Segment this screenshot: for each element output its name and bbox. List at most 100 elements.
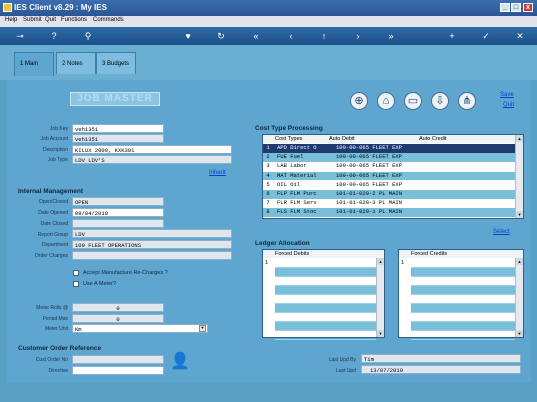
report-group-field[interactable]: LDV <box>72 229 232 238</box>
directive-field[interactable] <box>72 366 164 375</box>
scroll-up-icon[interactable]: ▲ <box>516 258 523 265</box>
list-item[interactable] <box>275 304 376 313</box>
key-icon[interactable]: ⊸ <box>10 30 30 42</box>
directive-label: Directive <box>48 368 68 374</box>
minimize-button[interactable]: _ <box>500 3 510 12</box>
forced-debits-grid[interactable]: Forced Debits 1 ▲ ▼ <box>262 249 385 340</box>
list-item[interactable] <box>411 331 515 340</box>
job-account-field: veh1351 <box>72 134 164 143</box>
meter-rolls-field[interactable]: 0 <box>72 303 164 312</box>
accept-recharges-checkbox[interactable] <box>73 270 79 276</box>
tab-notes[interactable]: 2 Notes <box>56 52 96 74</box>
date-closed-field[interactable] <box>72 219 164 228</box>
use-meter-checkbox[interactable] <box>73 281 79 287</box>
list-item[interactable] <box>411 313 515 322</box>
menu-submit[interactable]: Submit <box>23 17 42 23</box>
menu-commands[interactable]: Commands <box>93 17 124 23</box>
list-item[interactable] <box>275 268 376 277</box>
quit-link[interactable]: Quit <box>503 102 514 108</box>
chevron-down-icon[interactable]: ▼ <box>199 325 206 332</box>
tab-budgets[interactable]: 3 Budgets <box>96 52 136 74</box>
list-item[interactable] <box>411 304 515 313</box>
table-row[interactable]: 5 OIL Oil 109-00-065 FLEET EXP <box>263 181 515 190</box>
job-key-field[interactable]: veh1351 <box>72 124 164 133</box>
menu-quit[interactable]: Quit <box>45 17 56 23</box>
close-icon[interactable]: ✕ <box>514 30 526 42</box>
list-item[interactable] <box>275 295 376 304</box>
search-icon[interactable]: ⚲ <box>82 30 94 42</box>
list-item[interactable] <box>275 259 376 268</box>
table-row[interactable]: 6 FLP FLM Purc 101-01-029-2 PL MAIN <box>263 190 515 199</box>
inbox-icon[interactable]: ⇩ <box>431 92 449 110</box>
table-row[interactable]: 1 APD Direct O 109-00-065 FLEET EXP <box>263 144 515 153</box>
department-field[interactable]: 109 FLEET OPERATIONS <box>72 240 232 249</box>
col-auto-debit: Auto Debit <box>329 136 355 142</box>
select-link[interactable]: Select <box>493 229 510 235</box>
payment-icon[interactable]: ▭ <box>404 92 422 110</box>
up-icon[interactable]: ↑ <box>318 30 330 42</box>
inherit-link[interactable]: Inherit <box>209 170 226 176</box>
fast-forward-icon[interactable]: » <box>385 30 397 42</box>
list-item[interactable] <box>411 286 515 295</box>
list-item[interactable] <box>411 268 515 277</box>
cust-order-field[interactable] <box>72 355 164 364</box>
list-item[interactable] <box>411 277 515 286</box>
date-opened-field[interactable]: 09/04/2010 <box>72 208 164 217</box>
refresh-icon[interactable]: ↻ <box>215 30 227 42</box>
table-row[interactable]: 8 FLS FLM Stoc 101-01-029-1 PL MAIN <box>263 208 515 217</box>
save-link[interactable]: Save <box>500 92 514 98</box>
forced-credits-lines[interactable] <box>411 259 515 340</box>
cost-types-scrollbar[interactable]: ▲ ▼ <box>515 135 523 218</box>
forced-debits-title: Forced Debits <box>275 251 310 257</box>
last-upd-by-label: Last Upd By <box>328 357 356 363</box>
heart-icon[interactable]: ♥ <box>182 30 194 42</box>
list-item[interactable] <box>275 277 376 286</box>
table-row[interactable]: 7 FLR FLM Serv 101-01-029-3 PL MAIN <box>263 199 515 208</box>
maximize-button[interactable]: □ <box>511 3 521 12</box>
check-icon[interactable]: ✓ <box>480 30 492 42</box>
menu-functions[interactable]: Functions <box>61 17 87 23</box>
scroll-up-icon[interactable]: ▲ <box>516 135 523 142</box>
back-icon[interactable]: ‹ <box>285 30 297 42</box>
menu-help[interactable]: Help <box>5 17 17 23</box>
list-item[interactable] <box>411 295 515 304</box>
table-row[interactable]: 4 MAT Material 109-00-065 FLEET EXP <box>263 171 515 181</box>
last-upd-field: 13/07/2010 <box>361 365 521 374</box>
table-row[interactable]: 3 LAB Labor 109-00-065 FLEET EXP <box>263 162 515 171</box>
job-type-field[interactable]: LDV LDV'S <box>72 155 232 164</box>
hierarchy-icon[interactable]: ⋔ <box>458 92 476 110</box>
forced-credits-grid[interactable]: Forced Credits 1 ▲ ▼ <box>398 249 524 340</box>
order-charges-field[interactable] <box>72 251 232 260</box>
open-closed-field[interactable]: OPEN <box>72 197 164 206</box>
person-icon[interactable]: 👤 <box>170 352 190 372</box>
auto-debit-cell: 109-00-065 FLEET EXP <box>336 171 403 179</box>
list-item[interactable] <box>275 313 376 322</box>
period-max-field[interactable]: 0 <box>72 314 164 323</box>
add-icon[interactable]: + <box>446 30 458 42</box>
description-field[interactable]: KILUX 2000, KXK301 <box>72 145 232 154</box>
credits-scrollbar[interactable]: ▲ ▼ <box>515 258 523 337</box>
forced-credits-title: Forced Credits <box>411 251 448 257</box>
tab-main[interactable]: 1 Main <box>14 52 54 76</box>
list-item[interactable] <box>275 331 376 340</box>
globe-icon[interactable]: ⊕ <box>350 92 368 110</box>
rewind-icon[interactable]: « <box>250 30 262 42</box>
list-item[interactable] <box>411 259 515 268</box>
scroll-down-icon[interactable]: ▼ <box>377 330 384 337</box>
basket-icon[interactable]: ⌂ <box>377 92 395 110</box>
debits-scrollbar[interactable]: ▲ ▼ <box>376 258 384 337</box>
table-row[interactable]: 2 FUE Fuel 109-00-065 FLEET EXP <box>263 153 515 162</box>
forced-debits-lines[interactable] <box>275 259 376 340</box>
list-item[interactable] <box>275 322 376 331</box>
scroll-up-icon[interactable]: ▲ <box>377 258 384 265</box>
scroll-down-icon[interactable]: ▼ <box>516 211 523 218</box>
scroll-down-icon[interactable]: ▼ <box>516 330 523 337</box>
cost-type-cell: LAB Labor <box>277 162 307 170</box>
meter-unit-select[interactable]: Km ▼ <box>72 324 208 333</box>
cost-types-grid[interactable]: Cost Types Auto Debit Auto Credit 1 APD D… <box>262 134 524 219</box>
close-button[interactable]: x <box>523 3 533 12</box>
forward-icon[interactable]: › <box>352 30 364 42</box>
help-icon[interactable]: ? <box>48 30 60 42</box>
list-item[interactable] <box>411 322 515 331</box>
list-item[interactable] <box>275 286 376 295</box>
